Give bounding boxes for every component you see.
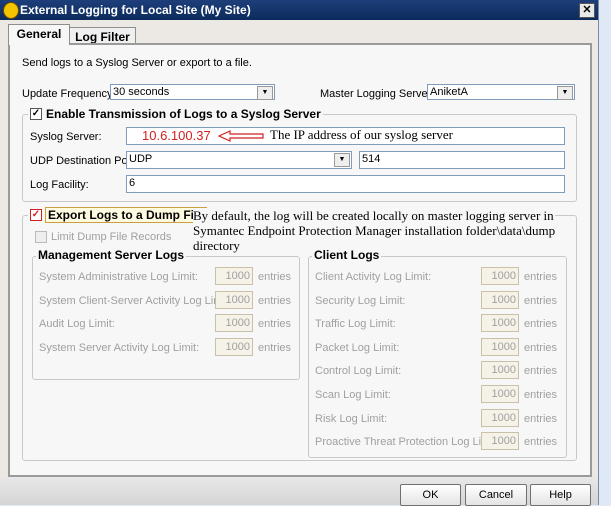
log-limit-input[interactable]: 1000 [215,314,253,333]
log-facility-label: Log Facility: [30,179,89,191]
protocol-select[interactable]: UDP ▼ [126,151,352,169]
master-logging-server-value: AniketA [430,86,468,98]
client-logs-header: Client Logs [312,248,382,262]
update-frequency-value: 30 seconds [113,86,170,98]
entries-unit: entries [258,341,292,354]
entries-unit: entries [258,318,292,331]
log-limit-input[interactable]: 1000 [481,408,519,427]
enable-syslog-checkbox[interactable]: ✓ [30,108,42,120]
protocol-value: UDP [129,153,153,165]
management-logs-header: Management Server Logs [36,248,187,262]
log-limit-label: Audit Log Limit: [39,318,115,331]
symantec-shield-icon [3,2,19,19]
limit-dump-label: Limit Dump File Records [51,231,172,243]
log-limit-input[interactable]: 1000 [215,337,253,356]
log-limit-label: System Administrative Log Limit: [39,271,198,283]
help-button[interactable]: Help [530,484,591,506]
log-limit-input[interactable]: 1000 [481,385,519,403]
export-group-header: ✓ Export Logs to a Dump File [28,207,210,223]
entries-unit: entries [524,389,558,401]
master-logging-server-select[interactable]: AniketA ▼ [427,84,575,100]
entries-unit: entries [524,318,558,331]
chevron-down-icon[interactable]: ▼ [334,153,350,167]
udp-port-input[interactable]: 514 [359,151,565,169]
log-limit-input[interactable]: 1000 [481,314,519,333]
log-limit-input[interactable]: 1000 [215,290,253,309]
dump-annotation-line: Symantec Endpoint Protection Manager ins… [193,223,556,238]
update-frequency-select[interactable]: 30 seconds ▼ [110,84,275,100]
log-limit-input[interactable]: 1000 [481,290,519,309]
log-limit-input[interactable]: 1000 [215,267,253,285]
log-limit-label: Scan Log Limit: [315,389,391,401]
dump-annotation-line: By default, the log will be created loca… [193,208,554,223]
log-facility-input[interactable]: 6 [126,175,565,193]
entries-unit: entries [524,341,558,354]
intro-text: Send logs to a Syslog Server or export t… [22,57,252,69]
entries-unit: entries [524,412,558,425]
close-icon[interactable]: ✕ [579,3,595,18]
log-limit-input[interactable]: 1000 [481,432,519,451]
log-limit-input[interactable]: 1000 [481,337,519,356]
entries-unit: entries [524,365,558,378]
chevron-down-icon[interactable]: ▼ [557,86,573,100]
syslog-server-value: 10.6.100.37 [142,128,211,143]
client-logs-group [308,256,567,458]
chevron-down-icon[interactable]: ▼ [257,86,273,100]
log-limit-label: Packet Log Limit: [315,341,400,354]
log-limit-label: Control Log Limit: [315,365,402,378]
dump-annotation: By default, the log will be created loca… [193,208,556,253]
log-limit-label: Security Log Limit: [315,294,406,307]
entries-unit: entries [524,271,558,283]
log-limit-input[interactable]: 1000 [481,361,519,380]
entries-unit: entries [524,294,558,307]
log-limit-label: Client Activity Log Limit: [315,271,432,283]
arrow-left-icon [218,130,264,142]
syslog-server-label: Syslog Server: [30,131,102,143]
log-limit-label: System Server Activity Log Limit: [39,341,200,354]
log-limit-label: Proactive Threat Protection Log Limit: [315,436,499,449]
enable-syslog-label: Enable Transmission of Logs to a Syslog … [46,107,321,121]
export-dump-label: Export Logs to a Dump File [45,207,208,223]
log-limit-label: Traffic Log Limit: [315,318,396,331]
title-bar: External Logging for Local Site (My Site… [0,0,598,20]
cancel-button[interactable]: Cancel [465,484,527,506]
entries-unit: entries [524,436,558,449]
entries-unit: entries [258,271,292,283]
limit-dump-row: Limit Dump File Records [35,231,171,243]
syslog-annotation: The IP address of our syslog server [270,127,453,142]
log-limit-input[interactable]: 1000 [481,267,519,285]
export-dump-checkbox[interactable]: ✓ [30,209,42,221]
limit-dump-checkbox[interactable] [35,231,47,243]
entries-unit: entries [258,294,292,307]
dialog-window: External Logging for Local Site (My Site… [0,0,599,506]
ok-button[interactable]: OK [400,484,461,506]
update-frequency-label: Update Frequency: [22,88,116,100]
master-logging-server-label: Master Logging Server: [320,88,435,100]
udp-port-label: UDP Destination Port: [30,155,138,167]
log-limit-label: Risk Log Limit: [315,412,388,425]
syslog-group-header: ✓ Enable Transmission of Logs to a Syslo… [28,107,323,121]
window-title: External Logging for Local Site (My Site… [20,3,251,17]
tab-general[interactable]: General [8,24,70,45]
log-limit-label: System Client-Server Activity Log Limit: [39,294,231,307]
